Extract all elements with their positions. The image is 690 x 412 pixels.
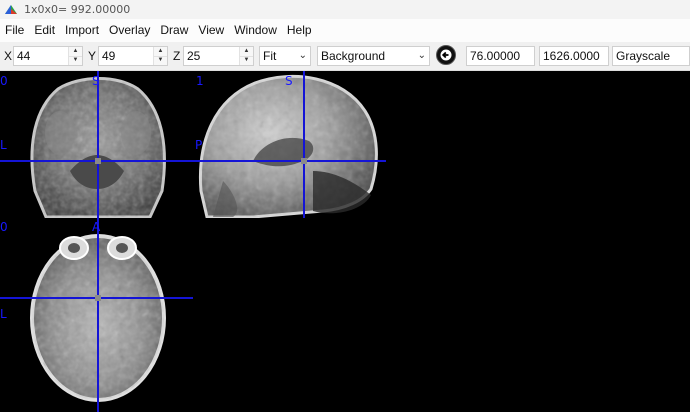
x-label: X <box>4 49 13 63</box>
toolbar: X 44 ▲ ▼ Y 49 ▲ ▼ Z 25 ▲ ▼ Fit ⌄ Backgro… <box>0 42 690 71</box>
axial-left-orientation: L <box>0 307 7 321</box>
menu-help[interactable]: Help <box>282 19 317 42</box>
colormap-value: Grayscale <box>616 49 671 63</box>
y-coordinate-spinbox[interactable]: 49 ▲ ▼ <box>98 46 168 66</box>
sagittal-slice[interactable] <box>193 71 386 218</box>
sagittal-brain-image <box>198 74 378 218</box>
menu-file[interactable]: File <box>0 19 29 42</box>
y-spin-arrows[interactable]: ▲ ▼ <box>153 47 167 65</box>
crosshair-center-axial <box>95 295 101 301</box>
z-coordinate-spinbox[interactable]: 25 ▲ ▼ <box>183 46 254 66</box>
chevron-down-icon: ⌄ <box>298 50 307 61</box>
sagittal-left-orientation: P <box>195 138 203 152</box>
title-bar: 1x0x0= 992.00000 <box>0 0 690 19</box>
menu-overlay[interactable]: Overlay <box>104 19 155 42</box>
crosshair-horizontal-top <box>0 160 386 162</box>
x-spin-arrows[interactable]: ▲ ▼ <box>68 47 82 65</box>
layer-back-button[interactable] <box>436 45 456 65</box>
contrast-min-field[interactable]: 76.00000 <box>466 46 535 66</box>
axial-view-index: 0 <box>0 220 8 234</box>
coronal-left-orientation: L <box>0 138 7 152</box>
sagittal-view-index: 1 <box>196 74 204 88</box>
y-coordinate-value: 49 <box>102 49 116 63</box>
x-decrement-icon[interactable]: ▼ <box>69 56 82 65</box>
image-viewer[interactable]: 0 S L 1 S P 0 A L <box>0 71 690 412</box>
sagittal-top-orientation: S <box>285 74 293 88</box>
menu-bar: File Edit Import Overlay Draw View Windo… <box>0 19 690 42</box>
z-label: Z <box>173 49 181 63</box>
app-logo-icon <box>5 5 17 14</box>
crosshair-center-sagittal <box>301 158 307 164</box>
crosshair-center-coronal <box>95 158 101 164</box>
y-decrement-icon[interactable]: ▼ <box>154 56 167 65</box>
contrast-max-field[interactable]: 1626.0000 <box>539 46 609 66</box>
z-coordinate-value: 25 <box>187 49 201 63</box>
chevron-down-icon: ⌄ <box>417 50 426 61</box>
z-spin-arrows[interactable]: ▲ ▼ <box>239 47 253 65</box>
contrast-max-value: 1626.0000 <box>543 49 600 63</box>
z-decrement-icon[interactable]: ▼ <box>240 56 253 65</box>
layer-value: Background <box>321 49 386 63</box>
zoom-value: Fit <box>263 49 277 63</box>
menu-import[interactable]: Import <box>60 19 104 42</box>
window-title: 1x0x0= 992.00000 <box>24 3 131 16</box>
x-coordinate-value: 44 <box>17 49 31 63</box>
menu-draw[interactable]: Draw <box>155 19 193 42</box>
menu-view[interactable]: View <box>193 19 229 42</box>
x-coordinate-spinbox[interactable]: 44 ▲ ▼ <box>13 46 83 66</box>
y-label: Y <box>88 49 97 63</box>
menu-window[interactable]: Window <box>229 19 282 42</box>
coronal-top-orientation: S <box>92 74 100 88</box>
coronal-view-index: 0 <box>0 74 8 88</box>
colormap-dropdown[interactable]: Grayscale <box>612 46 690 66</box>
contrast-min-value: 76.00000 <box>470 49 521 63</box>
crosshair-vertical-sagittal <box>303 71 305 218</box>
crosshair-vertical-axial <box>97 218 99 412</box>
crosshair-vertical-coronal <box>97 71 99 218</box>
layer-dropdown[interactable]: Background ⌄ <box>317 46 430 66</box>
axial-top-orientation: A <box>92 220 101 234</box>
zoom-dropdown[interactable]: Fit ⌄ <box>259 46 311 66</box>
menu-edit[interactable]: Edit <box>29 19 60 42</box>
arrow-left-icon <box>440 49 452 61</box>
